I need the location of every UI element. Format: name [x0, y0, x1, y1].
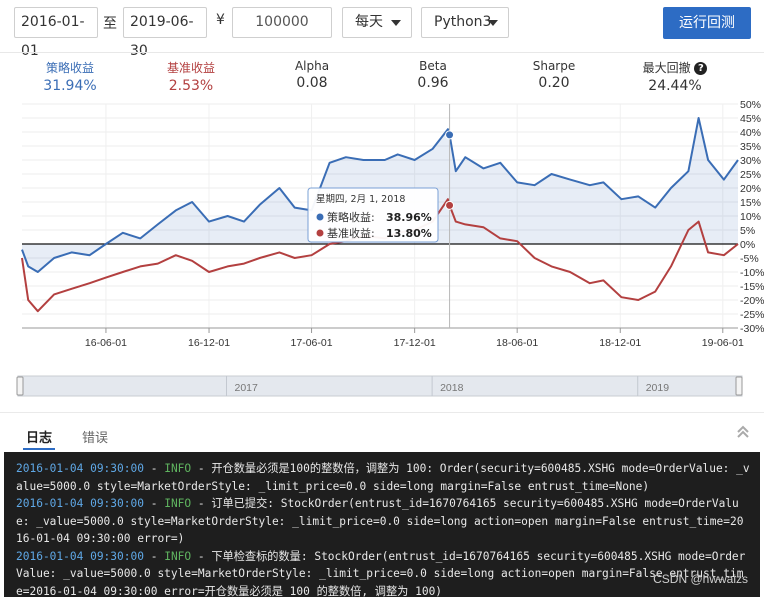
navigator-year-label: 2018 [440, 382, 464, 394]
currency-symbol: ¥ [216, 12, 225, 28]
log-timestamp: 2016-01-04 09:30:00 [16, 462, 144, 475]
log-level: INFO [164, 497, 192, 510]
stat-value: 0.20 [538, 75, 570, 91]
date-range-separator: 至 [103, 16, 117, 32]
stat-value: 2.53% [168, 78, 214, 94]
range-handle-left[interactable] [16, 376, 24, 396]
y-tick-label: 15% [740, 197, 761, 209]
y-tick-label: -5% [740, 253, 759, 265]
stat-value: 31.94% [43, 78, 97, 94]
language-value: Python3 [434, 14, 492, 30]
collapse-icon[interactable] [736, 425, 750, 439]
tooltip-benchmark-label: 基准收益: [327, 226, 375, 240]
range-navigator [17, 375, 743, 397]
stat-value: 24.44% [648, 78, 702, 94]
returns-chart[interactable]: 50% 45% 40% 35% 30% 25% 20% 15% 10% 5% 0% -5% -10% -1… [0, 98, 764, 398]
y-tick-label: -15% [740, 281, 764, 293]
tooltip-strategy-dot [316, 213, 324, 221]
y-tick-label: 45% [740, 113, 761, 125]
benchmark-hover-marker [445, 200, 455, 210]
stat-label-wrap: 最大回撤 ? [620, 59, 730, 76]
x-tick-label: 18-12-01 [599, 337, 641, 349]
navigator-year-label: 2019 [646, 382, 670, 394]
help-icon[interactable]: ? [694, 62, 708, 75]
capital-input[interactable]: 100000 [232, 7, 332, 38]
x-tick-label: 16-12-01 [188, 337, 230, 349]
end-date-input[interactable]: 2019-06-30 [123, 7, 207, 59]
log-timestamp: 2016-01-04 09:30:00 [16, 549, 144, 563]
x-tick-label: 17-06-01 [291, 337, 333, 349]
strategy-hover-marker [445, 130, 455, 140]
y-tick-label: 10% [740, 211, 761, 223]
stat-sharpe: Sharpe 0.20 [499, 59, 609, 91]
y-tick-label: 0% [740, 239, 755, 251]
stat-label: Alpha [294, 59, 330, 73]
log-dash: - [143, 497, 165, 510]
log-console[interactable]: 2016-01-04 09:30:00 - INFO - 开仓数量必须是100的… [4, 452, 760, 597]
log-dash: - [143, 549, 165, 563]
navigator-year-label: 2017 [234, 382, 258, 394]
chevron-down-icon [488, 20, 498, 26]
y-tick-label: 35% [740, 141, 761, 153]
stat-value: 0.96 [417, 75, 449, 91]
y-tick-label: 25% [740, 169, 761, 181]
stats-bar: 策略收益 31.94% 基准收益 2.53% Alpha 0.08 Beta 0… [0, 52, 764, 98]
frequency-select[interactable]: 每天 [342, 7, 412, 38]
tooltip-strategy-value: 38.96% [386, 211, 432, 224]
stat-label: 基准收益 [166, 61, 215, 75]
y-tick-label: 30% [740, 155, 761, 167]
stat-alpha: Alpha 0.08 [257, 59, 367, 91]
stat-label: Beta [419, 59, 447, 73]
stat-strategy-return: 策略收益 31.94% [15, 59, 125, 94]
run-backtest-button[interactable]: 运行回测 [663, 7, 751, 39]
y-tick-label: -10% [740, 267, 764, 279]
y-tick-label: 40% [740, 127, 761, 139]
log-line: 2016-01-04 09:30:00 - INFO - 开仓数量必须是100的… [16, 460, 750, 495]
y-tick-label: -20% [740, 295, 764, 307]
stat-benchmark-return: 基准收益 2.53% [136, 59, 246, 94]
stat-label: Sharpe [532, 59, 576, 73]
log-dash: - [143, 462, 165, 475]
x-tick-label: 17-12-01 [394, 337, 436, 349]
stat-label: 最大回撤 [642, 61, 691, 75]
log-level: INFO [164, 549, 192, 563]
y-tick-label: -25% [740, 309, 764, 321]
log-level: INFO [164, 462, 192, 475]
stat-label: 策略收益 [45, 61, 94, 75]
log-tabs: 日志 错误 [0, 412, 764, 452]
y-tick-label: 50% [740, 99, 761, 111]
start-date-input[interactable]: 2016-01-01 [14, 7, 98, 59]
log-line: 2016-01-04 09:30:00 - INFO - 下单检查标的数量: S… [16, 548, 750, 597]
chevron-down-icon [391, 20, 401, 26]
returns-chart-svg[interactable]: 50% 45% 40% 35% 30% 25% 20% 15% 10% 5% 0% -5% -10% -1… [0, 98, 764, 398]
language-select[interactable]: Python3 [421, 7, 509, 38]
x-tick-label: 18-06-01 [496, 337, 538, 349]
tooltip-strategy-label: 策略收益: [327, 210, 375, 224]
active-tab-indicator [23, 448, 55, 450]
toolbar: 2016-01-01 至 2019-06-30 ¥ 100000 每天 Pyth… [0, 0, 764, 59]
log-timestamp: 2016-01-04 09:30:00 [16, 497, 144, 510]
tooltip-benchmark-dot [316, 229, 324, 237]
log-line: 2016-01-04 09:30:00 - INFO - 订单已提交: Stoc… [16, 495, 750, 548]
y-tick-label: 5% [740, 225, 755, 237]
range-handle-right[interactable] [735, 376, 743, 396]
stat-value: 0.08 [296, 75, 328, 91]
x-tick-label: 16-06-01 [85, 337, 127, 349]
stat-beta: Beta 0.96 [378, 59, 488, 91]
tab-log[interactable]: 日志 [26, 427, 52, 446]
tooltip-benchmark-value: 13.80% [386, 227, 432, 240]
tab-errors[interactable]: 错误 [82, 427, 108, 446]
frequency-value: 每天 [355, 14, 383, 30]
y-tick-label: -30% [740, 323, 764, 335]
watermark: CSDN @hwwaizs [653, 572, 748, 586]
tooltip-date: 星期四, 2月 1, 2018 [316, 194, 405, 205]
stat-max-drawdown: 最大回撤 ? 24.44% [620, 59, 730, 94]
x-tick-label: 19-06-01 [702, 337, 744, 349]
y-tick-label: 20% [740, 183, 761, 195]
